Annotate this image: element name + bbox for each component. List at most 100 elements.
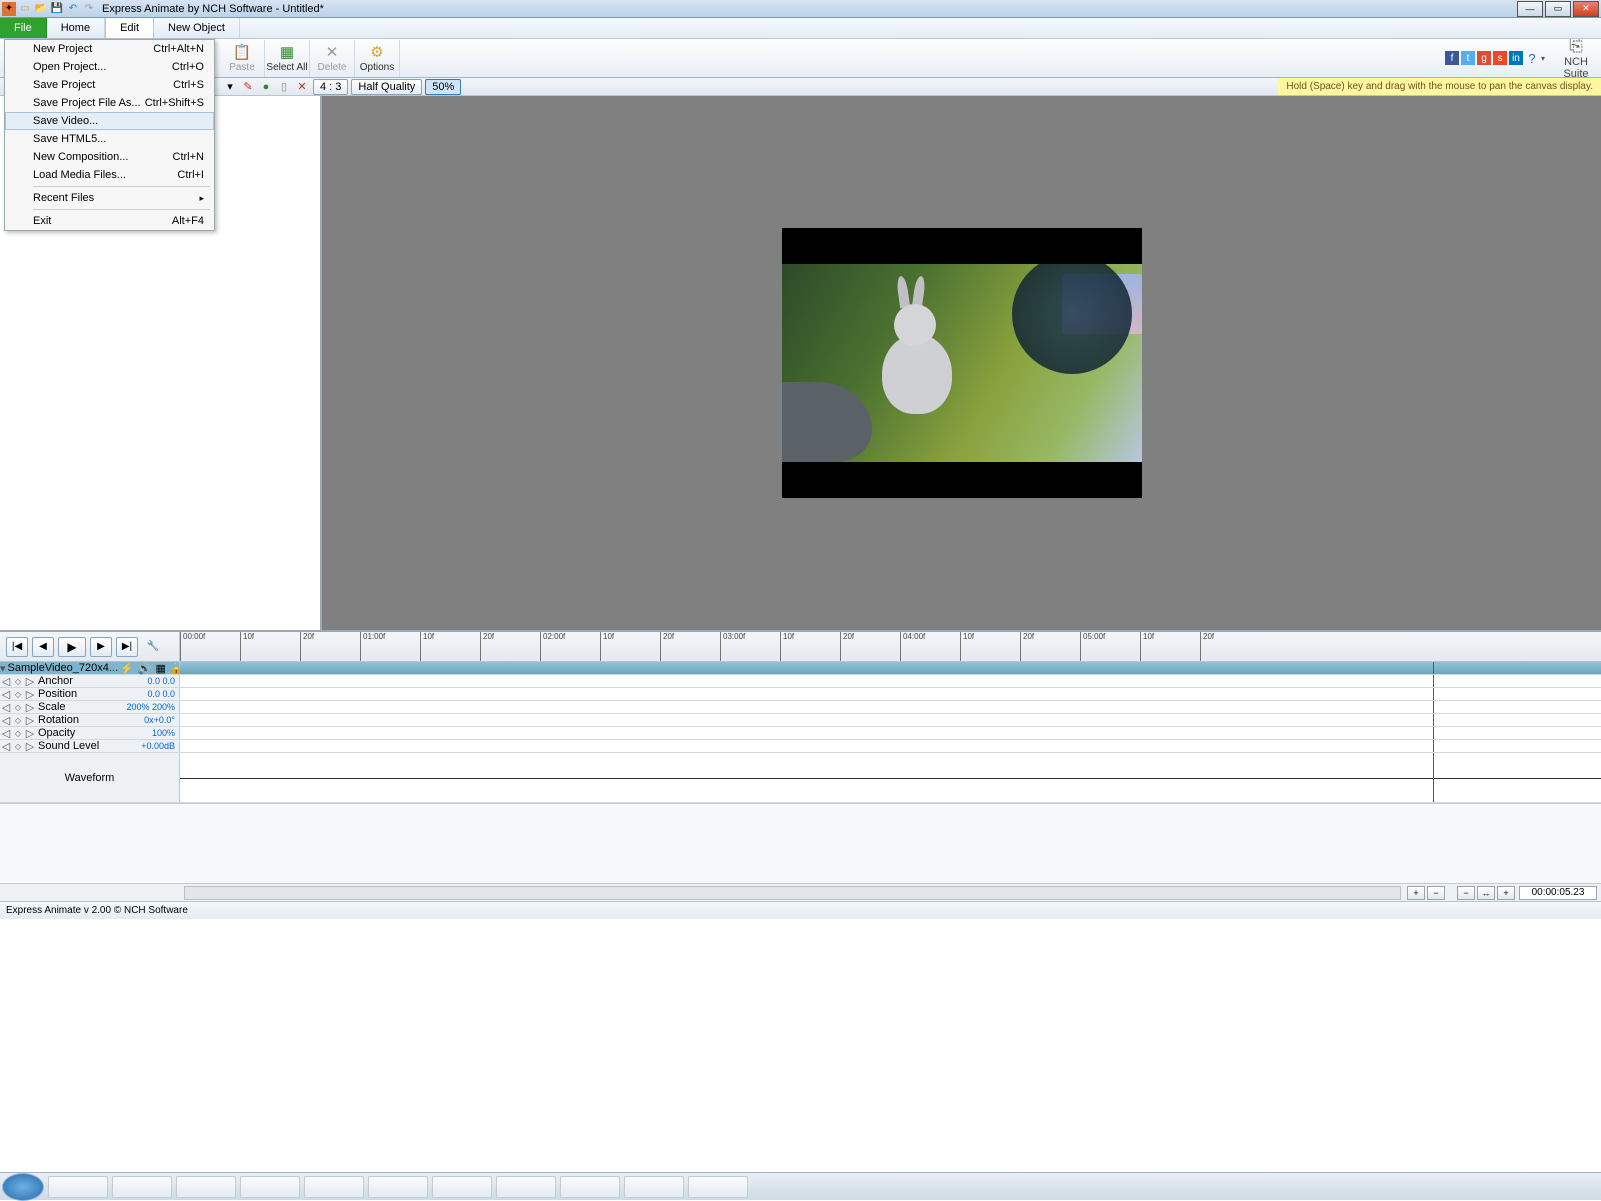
prev-frame-button[interactable]: ◀: [32, 637, 54, 657]
close-button[interactable]: ✕: [1573, 1, 1599, 17]
taskbar-item[interactable]: [176, 1176, 236, 1198]
linkedin-icon[interactable]: in: [1509, 51, 1523, 65]
stumble-icon[interactable]: s: [1493, 51, 1507, 65]
twitter-icon[interactable]: t: [1461, 51, 1475, 65]
next-key-icon[interactable]: ▷: [24, 675, 36, 688]
clip-track[interactable]: ▾SampleVideo_720x4...⚡🔊▦🔒: [0, 662, 1601, 675]
delete-marker-icon[interactable]: ✕: [294, 79, 310, 95]
menu-item[interactable]: Save Project File As...Ctrl+Shift+S: [5, 94, 214, 112]
menu-item[interactable]: Load Media Files...Ctrl+I: [5, 166, 214, 184]
grid-icon[interactable]: ▦: [153, 662, 167, 675]
start-button[interactable]: [2, 1173, 44, 1201]
menu-item[interactable]: New Composition...Ctrl+N: [5, 148, 214, 166]
remove-track-button[interactable]: −: [1427, 886, 1445, 900]
next-key-icon[interactable]: ▷: [24, 714, 36, 727]
redo-icon[interactable]: ↷: [82, 2, 96, 16]
taskbar-item[interactable]: [624, 1176, 684, 1198]
menu-item[interactable]: Save Video...: [5, 112, 214, 130]
select-all-button[interactable]: ▦Select All: [265, 40, 310, 77]
help-icon[interactable]: ?: [1525, 51, 1539, 65]
help-dropdown[interactable]: ▾: [1541, 54, 1545, 63]
next-frame-button[interactable]: ▶: [90, 637, 112, 657]
nch-suite-button[interactable]: ⎘NCH Suite: [1551, 36, 1601, 80]
prev-key-icon[interactable]: ◁: [0, 701, 12, 714]
playhead[interactable]: [1433, 662, 1434, 674]
menu-item[interactable]: Open Project...Ctrl+O: [5, 58, 214, 76]
taskbar-item[interactable]: [112, 1176, 172, 1198]
play-button[interactable]: ▶: [58, 637, 86, 657]
zoom-fit-button[interactable]: ↔: [1477, 886, 1495, 900]
timeline-scrollbar[interactable]: [184, 886, 1401, 900]
last-frame-button[interactable]: ▶|: [116, 637, 138, 657]
minimize-button[interactable]: —: [1517, 1, 1543, 17]
menu-item[interactable]: ExitAlt+F4: [5, 212, 214, 230]
prev-key-icon[interactable]: ◁: [0, 714, 12, 727]
new-icon[interactable]: ▭: [18, 2, 32, 16]
taskbar-item[interactable]: [48, 1176, 108, 1198]
taskbar-item[interactable]: [496, 1176, 556, 1198]
menu-home[interactable]: Home: [47, 18, 105, 38]
options-button[interactable]: ⚙Options: [355, 40, 400, 77]
key-icon[interactable]: ◇: [12, 703, 24, 712]
key-icon[interactable]: ◇: [12, 677, 24, 686]
fx-icon[interactable]: ⚡: [118, 662, 136, 675]
taskbar-item[interactable]: [432, 1176, 492, 1198]
paste-button[interactable]: 📋Paste: [220, 40, 265, 77]
prev-key-icon[interactable]: ◁: [0, 727, 12, 740]
menu-item[interactable]: Recent Files▸: [5, 189, 214, 207]
save-icon[interactable]: 💾: [50, 2, 64, 16]
facebook-icon[interactable]: f: [1445, 51, 1459, 65]
key-icon[interactable]: ◇: [12, 716, 24, 725]
key-icon[interactable]: ◇: [12, 742, 24, 751]
timeline-ruler[interactable]: 00:00f10f20f01:00f10f20f02:00f10f20f03:0…: [180, 632, 1601, 661]
menu-new-object[interactable]: New Object: [154, 18, 240, 38]
loop-button[interactable]: 🔧: [142, 637, 164, 657]
quality-button[interactable]: Half Quality: [351, 79, 422, 95]
audio-icon[interactable]: 🔊: [136, 662, 154, 675]
canvas-viewport[interactable]: [322, 96, 1601, 630]
first-frame-button[interactable]: |◀: [6, 637, 28, 657]
next-key-icon[interactable]: ▷: [24, 688, 36, 701]
property-track[interactable]: ◁◇▷Position0.0 0.0: [0, 688, 1601, 701]
timecode-display[interactable]: 00:00:05.23: [1519, 886, 1597, 900]
zoom-button[interactable]: 50%: [425, 79, 461, 95]
next-key-icon[interactable]: ▷: [24, 701, 36, 714]
property-track[interactable]: ◁◇▷Sound Level+0.00dB: [0, 740, 1601, 753]
property-track[interactable]: ◁◇▷Anchor0.0 0.0: [0, 675, 1601, 688]
google-plus-icon[interactable]: g: [1477, 51, 1491, 65]
key-icon[interactable]: ◇: [12, 729, 24, 738]
video-preview: [782, 228, 1142, 498]
next-key-icon[interactable]: ▷: [24, 740, 36, 753]
property-track[interactable]: ◁◇▷Scale200% 200%: [0, 701, 1601, 714]
property-track[interactable]: ◁◇▷Opacity100%: [0, 727, 1601, 740]
prev-key-icon[interactable]: ◁: [0, 688, 12, 701]
taskbar-item[interactable]: [688, 1176, 748, 1198]
menu-file[interactable]: File: [0, 18, 47, 38]
aspect-button[interactable]: 4 : 3: [313, 79, 348, 95]
suite-icon: ⎘: [1551, 36, 1601, 56]
taskbar-item[interactable]: [304, 1176, 364, 1198]
open-icon[interactable]: 📂: [34, 2, 48, 16]
menu-item[interactable]: Save HTML5...: [5, 130, 214, 148]
prev-key-icon[interactable]: ◁: [0, 675, 12, 688]
taskbar-item[interactable]: [240, 1176, 300, 1198]
prev-key-icon[interactable]: ◁: [0, 740, 12, 753]
property-track[interactable]: ◁◇▷Rotation0x+0.0°: [0, 714, 1601, 727]
taskbar-item[interactable]: [368, 1176, 428, 1198]
taskbar-item[interactable]: [560, 1176, 620, 1198]
delete-button[interactable]: ✕Delete: [310, 40, 355, 77]
page-icon[interactable]: ▯: [276, 79, 292, 95]
zoom-in-button[interactable]: +: [1497, 886, 1515, 900]
zoom-out-button[interactable]: −: [1457, 886, 1475, 900]
next-key-icon[interactable]: ▷: [24, 727, 36, 740]
menu-edit[interactable]: Edit: [105, 18, 154, 38]
marker-icon[interactable]: ●: [258, 79, 274, 95]
paint-icon[interactable]: ✎: [240, 79, 256, 95]
menu-item[interactable]: New ProjectCtrl+Alt+N: [5, 40, 214, 58]
dropdown-arrow-icon[interactable]: ▾: [222, 79, 238, 95]
key-icon[interactable]: ◇: [12, 690, 24, 699]
undo-icon[interactable]: ↶: [66, 2, 80, 16]
maximize-button[interactable]: ▭: [1545, 1, 1571, 17]
menu-item[interactable]: Save ProjectCtrl+S: [5, 76, 214, 94]
add-track-button[interactable]: +: [1407, 886, 1425, 900]
